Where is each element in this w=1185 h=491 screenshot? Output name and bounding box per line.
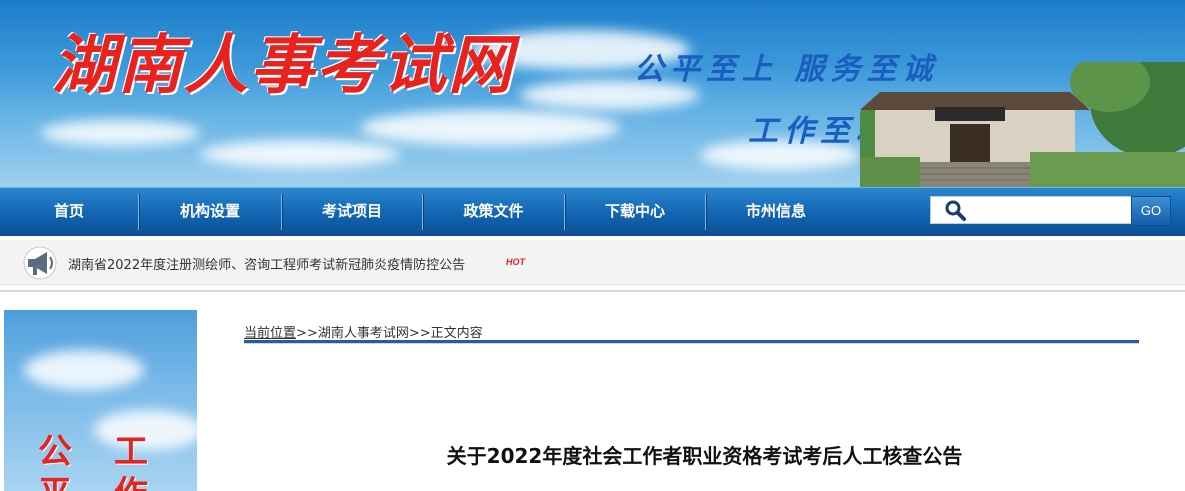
breadcrumb-site-link[interactable]: 湖南人事考试网 — [318, 326, 409, 341]
megaphone-icon — [23, 246, 57, 280]
breadcrumb-current-label: 当前位置 — [244, 326, 297, 341]
search-icon[interactable] — [944, 199, 966, 221]
header-banner: 湖南人事考试网 公平至上 服务至诚 工作至精 管理至严 — [0, 0, 1185, 187]
nav-item-cities[interactable]: 市州信息 — [706, 188, 846, 236]
section-divider — [0, 290, 1185, 292]
cloud-decoration — [40, 120, 200, 146]
breadcrumb-separator: >> — [296, 326, 318, 341]
search-input[interactable] — [970, 199, 1130, 221]
breadcrumb: 当前位置>>湖南人事考试网>>正文内容 — [244, 322, 483, 341]
breadcrumb-page: 正文内容 — [430, 326, 483, 341]
cloud-decoration — [360, 110, 620, 146]
nav-item-downloads[interactable]: 下载中心 — [565, 188, 705, 236]
nav-item-organization[interactable]: 机构设置 — [139, 188, 281, 236]
building-image — [860, 62, 1185, 187]
breadcrumb-separator: >> — [408, 326, 431, 341]
nav-item-home[interactable]: 首页 — [0, 188, 138, 236]
site-title: 湖南人事考试网 — [52, 28, 514, 103]
sidebar-banner: 公 工 平 作 — [4, 310, 197, 491]
search-go-button[interactable]: GO — [1131, 196, 1171, 226]
sidebar-slogan-char: 作 — [114, 466, 148, 491]
article-title: 关于2022年度社会工作者职业资格考试考后人工核查公告 — [446, 444, 963, 468]
notice-link[interactable]: 湖南省2022年度注册测绘师、咨询工程师考试新冠肺炎疫情防控公告 — [68, 254, 465, 273]
sidebar-slogan-char: 平 — [38, 466, 72, 491]
breadcrumb-underline — [244, 340, 1139, 344]
hot-badge: HOT — [506, 257, 525, 267]
cloud-decoration — [200, 140, 400, 168]
cloud-decoration — [24, 350, 144, 390]
nav-item-policies[interactable]: 政策文件 — [423, 188, 564, 236]
nav-item-exams[interactable]: 考试项目 — [282, 188, 422, 236]
